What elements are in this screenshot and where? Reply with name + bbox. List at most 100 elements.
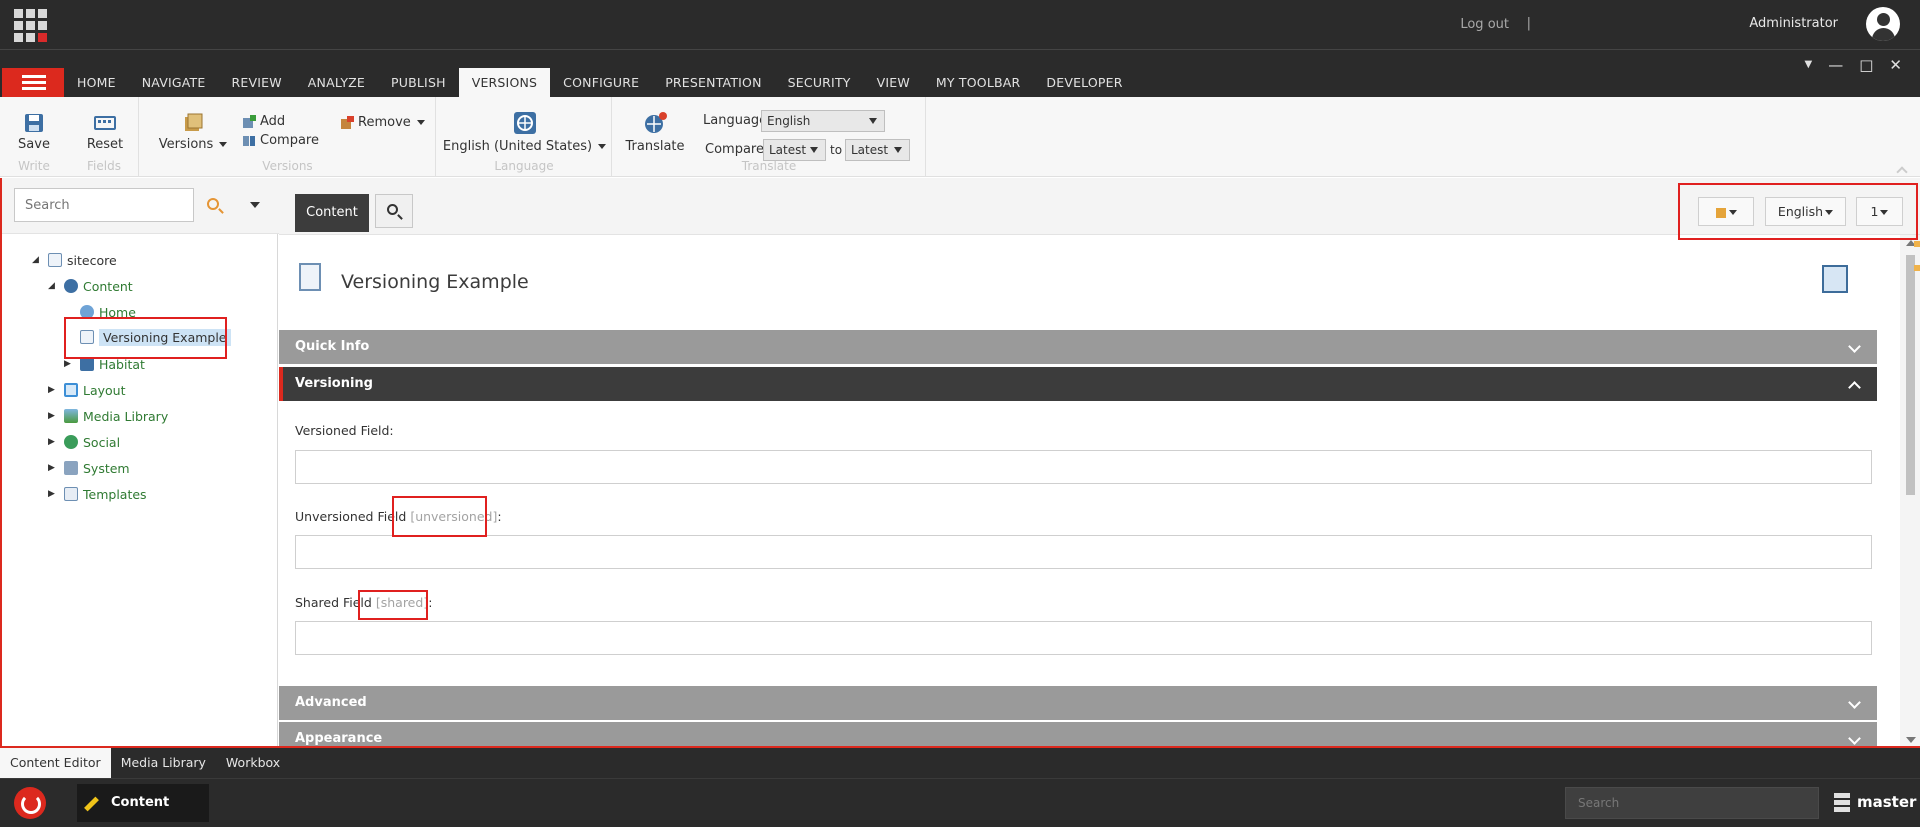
section-quick-info[interactable]: Quick Info xyxy=(279,330,1877,364)
section-title: Appearance xyxy=(295,731,383,746)
tree-node-content[interactable]: ◢ Content xyxy=(48,276,133,296)
save-database-icon xyxy=(1715,207,1726,218)
collapse-ribbon-icon[interactable] xyxy=(1896,166,1908,178)
database-name[interactable]: master xyxy=(1857,793,1916,811)
tree-node-versioning-example[interactable]: Versioning Example xyxy=(64,327,231,347)
collapse-icon[interactable]: ◢ xyxy=(32,255,42,265)
tree-node-label: Templates xyxy=(83,486,147,502)
section-title: Quick Info xyxy=(295,339,370,354)
collapse-icon[interactable]: ◢ xyxy=(48,281,58,291)
tree-node-media-library[interactable]: ▶ Media Library xyxy=(48,406,168,426)
section-advanced[interactable]: Advanced xyxy=(279,686,1877,720)
app-label: Content Editor xyxy=(111,795,170,810)
compare-button[interactable]: Compare xyxy=(242,133,319,148)
tab-security[interactable]: SECURITY xyxy=(775,68,864,97)
expand-icon[interactable]: ▶ xyxy=(48,411,58,421)
user-name[interactable]: Administrator xyxy=(1749,16,1838,31)
tab-publish[interactable]: PUBLISH xyxy=(378,68,459,97)
unversioned-field-input[interactable] xyxy=(295,535,1872,569)
tab-analyze[interactable]: ANALYZE xyxy=(295,68,378,97)
sitecore-logo-icon[interactable] xyxy=(14,787,46,819)
user-avatar-icon[interactable] xyxy=(1866,7,1900,41)
versions-button[interactable]: Versions xyxy=(158,113,228,152)
database-selector-button[interactable] xyxy=(1698,197,1754,226)
translate-language-select[interactable]: English xyxy=(761,110,885,132)
reset-button[interactable]: Reset xyxy=(80,113,130,152)
expand-icon[interactable]: ▶ xyxy=(48,385,58,395)
tab-presentation[interactable]: PRESENTATION xyxy=(652,68,774,97)
search-tab-button[interactable] xyxy=(375,194,413,228)
globe-icon xyxy=(80,357,94,371)
tab-configure[interactable]: CONFIGURE xyxy=(550,68,652,97)
validation-marker[interactable] xyxy=(1914,265,1920,271)
reset-label: Reset xyxy=(86,137,124,152)
expand-icon[interactable]: ▶ xyxy=(64,359,74,369)
content-editor-app-button[interactable]: Content Editor xyxy=(77,784,209,822)
tab-versions[interactable]: VERSIONS xyxy=(458,68,551,97)
search-icon[interactable] xyxy=(207,198,219,210)
compare-from-select[interactable]: Latest xyxy=(763,139,826,161)
translate-icon xyxy=(645,112,667,133)
search-icon xyxy=(387,204,398,215)
translate-group-label: Translate xyxy=(741,159,797,173)
tab-my-toolbar[interactable]: MY TOOLBAR xyxy=(923,68,1033,97)
translate-button[interactable]: Translate xyxy=(625,111,685,154)
tree-node-templates[interactable]: ▶ Templates xyxy=(48,484,147,504)
expand-icon[interactable]: ▶ xyxy=(48,489,58,499)
ribbon: Save Reset Write Fields Versions Add Com… xyxy=(0,97,1920,178)
logout-link[interactable]: Log out xyxy=(1460,17,1509,32)
expand-icon[interactable]: ▶ xyxy=(48,437,58,447)
system-icon xyxy=(64,461,78,475)
remove-icon xyxy=(341,115,354,129)
tree-node-system[interactable]: ▶ System xyxy=(48,458,130,478)
tab-developer[interactable]: DEVELOPER xyxy=(1033,68,1135,97)
tab-review[interactable]: REVIEW xyxy=(218,68,294,97)
versioned-field-input[interactable] xyxy=(295,450,1872,484)
tab-content-editor[interactable]: Content Editor xyxy=(0,748,111,778)
tab-view[interactable]: VIEW xyxy=(864,68,923,97)
app-launcher-icon[interactable] xyxy=(14,9,47,42)
unversioned-tag: [unversioned] xyxy=(410,509,498,524)
tree-node-social[interactable]: ▶ Social xyxy=(48,432,120,452)
tab-navigate[interactable]: NAVIGATE xyxy=(129,68,219,97)
shared-field-input[interactable] xyxy=(295,621,1872,655)
close-icon[interactable]: ✕ xyxy=(1889,56,1902,74)
item-portrait-icon[interactable] xyxy=(1822,265,1848,293)
ribbon-options-icon[interactable]: ▼ xyxy=(1805,59,1813,74)
section-versioning[interactable]: Versioning xyxy=(279,367,1877,401)
version-selector-button[interactable]: 1 xyxy=(1856,197,1903,226)
save-button[interactable]: Save xyxy=(16,113,52,152)
remove-version-button[interactable]: Remove xyxy=(340,115,425,130)
tab-home[interactable]: HOME xyxy=(64,68,129,97)
taskbar-search-input[interactable]: Search xyxy=(1565,787,1819,819)
shared-tag: [shared] xyxy=(375,595,429,610)
tree-node-sitecore[interactable]: ◢ sitecore xyxy=(32,250,117,270)
tree-node-label: Layout xyxy=(83,382,126,398)
add-label: Add xyxy=(260,114,286,129)
section-appearance[interactable]: Appearance xyxy=(279,722,1877,748)
tab-media-library[interactable]: Media Library xyxy=(111,748,216,778)
maximize-icon[interactable]: □ xyxy=(1859,56,1873,74)
tree-node-layout[interactable]: ▶ Layout xyxy=(48,380,126,400)
expand-icon[interactable]: ▶ xyxy=(48,463,58,473)
tree-node-habitat[interactable]: ▶ Habitat xyxy=(64,354,145,374)
tab-workbox[interactable]: Workbox xyxy=(216,748,290,778)
tree-node-home[interactable]: Home xyxy=(64,302,136,322)
image-icon xyxy=(64,409,78,423)
search-options-dropdown-icon[interactable] xyxy=(250,202,260,208)
language-button[interactable]: English (United States) xyxy=(437,111,612,154)
minimize-icon[interactable]: — xyxy=(1828,56,1843,74)
content-tree-panel: ◢ sitecore ◢ Content Home Versioning Exa… xyxy=(0,178,279,748)
compare-to-select[interactable]: Latest xyxy=(845,139,910,161)
tree-search-input[interactable] xyxy=(14,188,194,222)
tree-node-label: Home xyxy=(99,304,136,320)
language-selector-button[interactable]: English xyxy=(1765,197,1846,226)
add-version-button[interactable]: Add xyxy=(242,114,285,129)
validation-marker[interactable] xyxy=(1914,241,1920,247)
compare-label: Compare xyxy=(260,133,319,148)
save-label: Save xyxy=(18,137,50,152)
tab-content[interactable]: Content xyxy=(295,194,369,232)
database-icon xyxy=(1834,793,1850,813)
hamburger-menu-icon[interactable] xyxy=(2,68,64,97)
language-group: English (United States) Language xyxy=(437,97,612,177)
